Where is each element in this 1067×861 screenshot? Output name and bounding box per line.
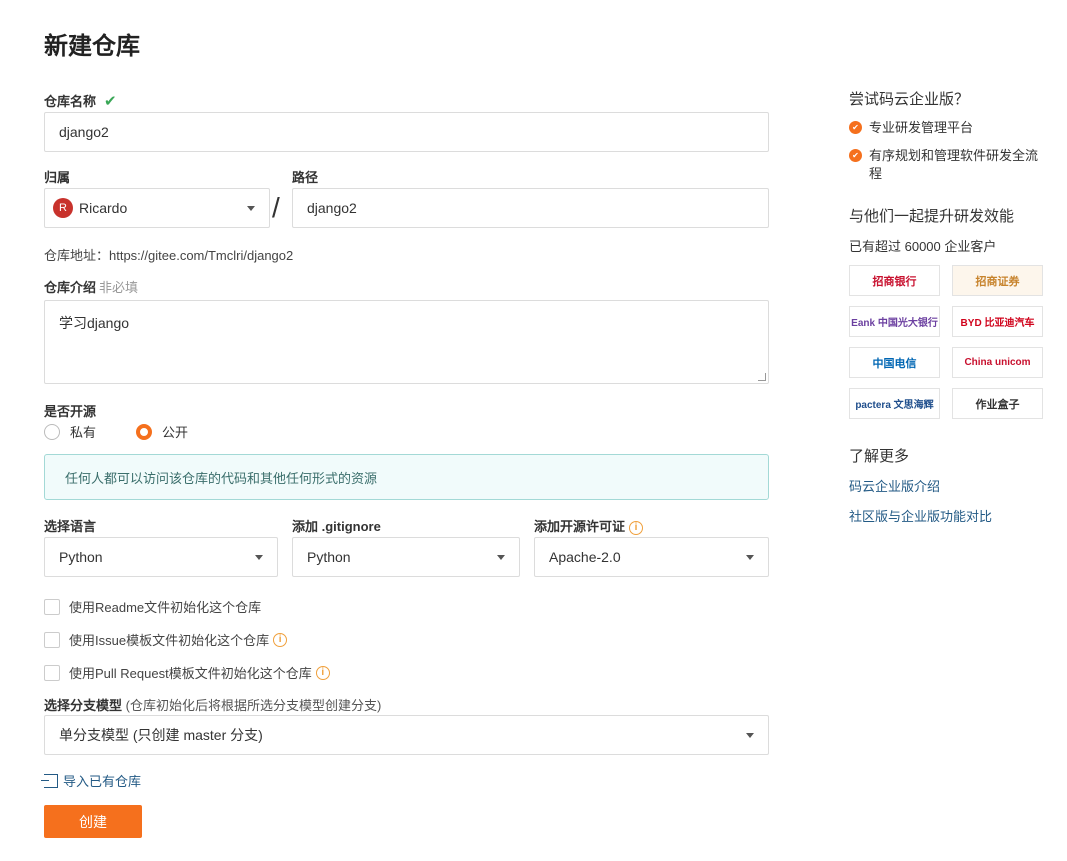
init-pr-label: 使用Pull Request模板文件初始化这个仓库 bbox=[69, 666, 312, 681]
logo-ceb: Eank 中国光大银行 bbox=[849, 306, 940, 337]
checkbox[interactable] bbox=[44, 664, 60, 681]
path-label: 路径 bbox=[292, 170, 319, 185]
checkbox[interactable] bbox=[44, 598, 60, 615]
repo-address: 仓库地址：https://gitee.com/Tmclri/django2 bbox=[44, 248, 294, 263]
init-issue-option[interactable]: 使用Issue模板文件初始化这个仓库 i bbox=[44, 630, 288, 649]
owner-value: Ricardo bbox=[79, 200, 128, 216]
logo-byd: BYD 比亚迪汽车 bbox=[952, 306, 1043, 337]
branch-model-select[interactable]: 单分支模型 (只创建 master 分支) bbox=[44, 715, 769, 755]
owner-label: 归属 bbox=[44, 170, 71, 185]
radio-public-label: 公开 bbox=[162, 425, 189, 440]
customer-logos: 招商银行 招商证券 Eank 中国光大银行 BYD 比亚迪汽车 中国电信 Chi… bbox=[849, 265, 1049, 419]
radio-icon[interactable] bbox=[44, 423, 60, 440]
resize-handle[interactable] bbox=[758, 373, 766, 381]
sidebar: 尝试码云企业版？ ✔ 专业研发管理平台 ✔ 有序规划和管理软件研发全流程 与他们… bbox=[849, 88, 1049, 525]
chevron-down-icon bbox=[746, 554, 754, 560]
repo-name-label: 仓库名称 ✔ bbox=[44, 91, 117, 110]
repo-name-input[interactable]: django2 bbox=[44, 112, 769, 152]
gitignore-select[interactable]: Python bbox=[292, 537, 520, 577]
license-label-text: 添加开源许可证 bbox=[534, 519, 626, 534]
logo-unicom: China unicom bbox=[952, 347, 1043, 378]
chevron-down-icon bbox=[746, 732, 754, 738]
path-separator: / bbox=[272, 192, 280, 223]
visibility-notice: 任何人都可以访问该仓库的代码和其他任何形式的资源 bbox=[44, 454, 769, 500]
feature-item: ✔ 有序规划和管理软件研发全流程 bbox=[849, 147, 1049, 183]
description-label-text: 仓库介绍 bbox=[44, 280, 97, 295]
import-icon bbox=[41, 773, 58, 788]
logo-pactera: pactera 文思海辉 bbox=[849, 388, 940, 419]
description-value: 学习django bbox=[59, 315, 130, 331]
radio-private-label: 私有 bbox=[70, 425, 97, 440]
repo-name-label-text: 仓库名称 bbox=[44, 94, 97, 109]
language-select[interactable]: Python bbox=[44, 537, 278, 577]
together-title: 与他们一起提升研发效能 bbox=[849, 208, 1015, 225]
path-value: django2 bbox=[307, 200, 357, 216]
info-icon[interactable]: i bbox=[315, 665, 330, 680]
path-input[interactable]: django2 bbox=[292, 188, 769, 228]
language-label: 选择语言 bbox=[44, 519, 97, 534]
init-issue-label: 使用Issue模板文件初始化这个仓库 bbox=[69, 633, 270, 648]
check-icon: ✔ bbox=[104, 93, 117, 110]
repo-name-value: django2 bbox=[59, 124, 109, 140]
feature-text: 有序规划和管理软件研发全流程 bbox=[869, 148, 1039, 181]
branch-model-value: 单分支模型 (只创建 master 分支) bbox=[59, 727, 263, 743]
chevron-down-icon bbox=[247, 205, 255, 211]
gitignore-value: Python bbox=[307, 549, 351, 565]
branch-model-label: 选择分支模型 (仓库初始化后将根据所选分支模型创建分支) bbox=[44, 695, 381, 714]
visibility-label: 是否开源 bbox=[44, 404, 97, 419]
visibility-options: 私有 公开 bbox=[44, 422, 228, 441]
check-circle-icon: ✔ bbox=[849, 149, 862, 162]
chevron-down-icon bbox=[497, 554, 505, 560]
radio-public[interactable]: 公开 bbox=[136, 422, 188, 441]
branch-model-label-text: 选择分支模型 bbox=[44, 698, 123, 713]
branch-model-hint: (仓库初始化后将根据所选分支模型创建分支) bbox=[125, 698, 382, 713]
logo-cmbsec: 招商证券 bbox=[952, 265, 1043, 296]
import-repo-label: 导入已有仓库 bbox=[63, 774, 142, 789]
customers-count: 已有超过 60000 企业客户 bbox=[849, 239, 997, 254]
checkbox[interactable] bbox=[44, 631, 60, 648]
page-title: 新建仓库 bbox=[44, 33, 140, 60]
feature-item: ✔ 专业研发管理平台 bbox=[849, 119, 1049, 137]
license-value: Apache-2.0 bbox=[549, 549, 621, 565]
owner-select[interactable]: R Ricardo bbox=[44, 188, 270, 228]
radio-private[interactable]: 私有 bbox=[44, 422, 96, 441]
description-textarea[interactable]: 学习django bbox=[44, 300, 769, 384]
avatar: R bbox=[53, 198, 73, 218]
optional-hint: 非必填 bbox=[99, 280, 139, 295]
init-readme-label: 使用Readme文件初始化这个仓库 bbox=[69, 600, 262, 615]
logo-zuoyehezi: 作业盒子 bbox=[952, 388, 1043, 419]
more-title: 了解更多 bbox=[849, 448, 910, 465]
radio-checked-icon[interactable] bbox=[136, 423, 153, 440]
import-repo-link[interactable]: 导入已有仓库 bbox=[41, 771, 142, 790]
description-label: 仓库介绍 非必填 bbox=[44, 277, 138, 296]
check-circle-icon: ✔ bbox=[849, 121, 862, 134]
init-readme-option[interactable]: 使用Readme文件初始化这个仓库 bbox=[44, 597, 261, 616]
create-button[interactable]: 创建 bbox=[44, 805, 142, 838]
license-select[interactable]: Apache-2.0 bbox=[534, 537, 769, 577]
language-value: Python bbox=[59, 549, 103, 565]
init-pr-option[interactable]: 使用Pull Request模板文件初始化这个仓库 i bbox=[44, 663, 330, 682]
logo-telecom: 中国电信 bbox=[849, 347, 940, 378]
gitignore-label: 添加 .gitignore bbox=[292, 519, 381, 534]
chevron-down-icon bbox=[255, 554, 263, 560]
enterprise-title: 尝试码云企业版？ bbox=[849, 91, 970, 108]
license-label: 添加开源许可证 i bbox=[534, 516, 644, 535]
info-icon[interactable]: i bbox=[273, 632, 288, 647]
info-icon[interactable]: i bbox=[629, 520, 644, 535]
enterprise-intro-link[interactable]: 码云企业版介绍 bbox=[849, 476, 1049, 495]
compare-link[interactable]: 社区版与企业版功能对比 bbox=[849, 506, 1049, 525]
logo-cmb: 招商银行 bbox=[849, 265, 940, 296]
feature-text: 专业研发管理平台 bbox=[869, 120, 974, 135]
